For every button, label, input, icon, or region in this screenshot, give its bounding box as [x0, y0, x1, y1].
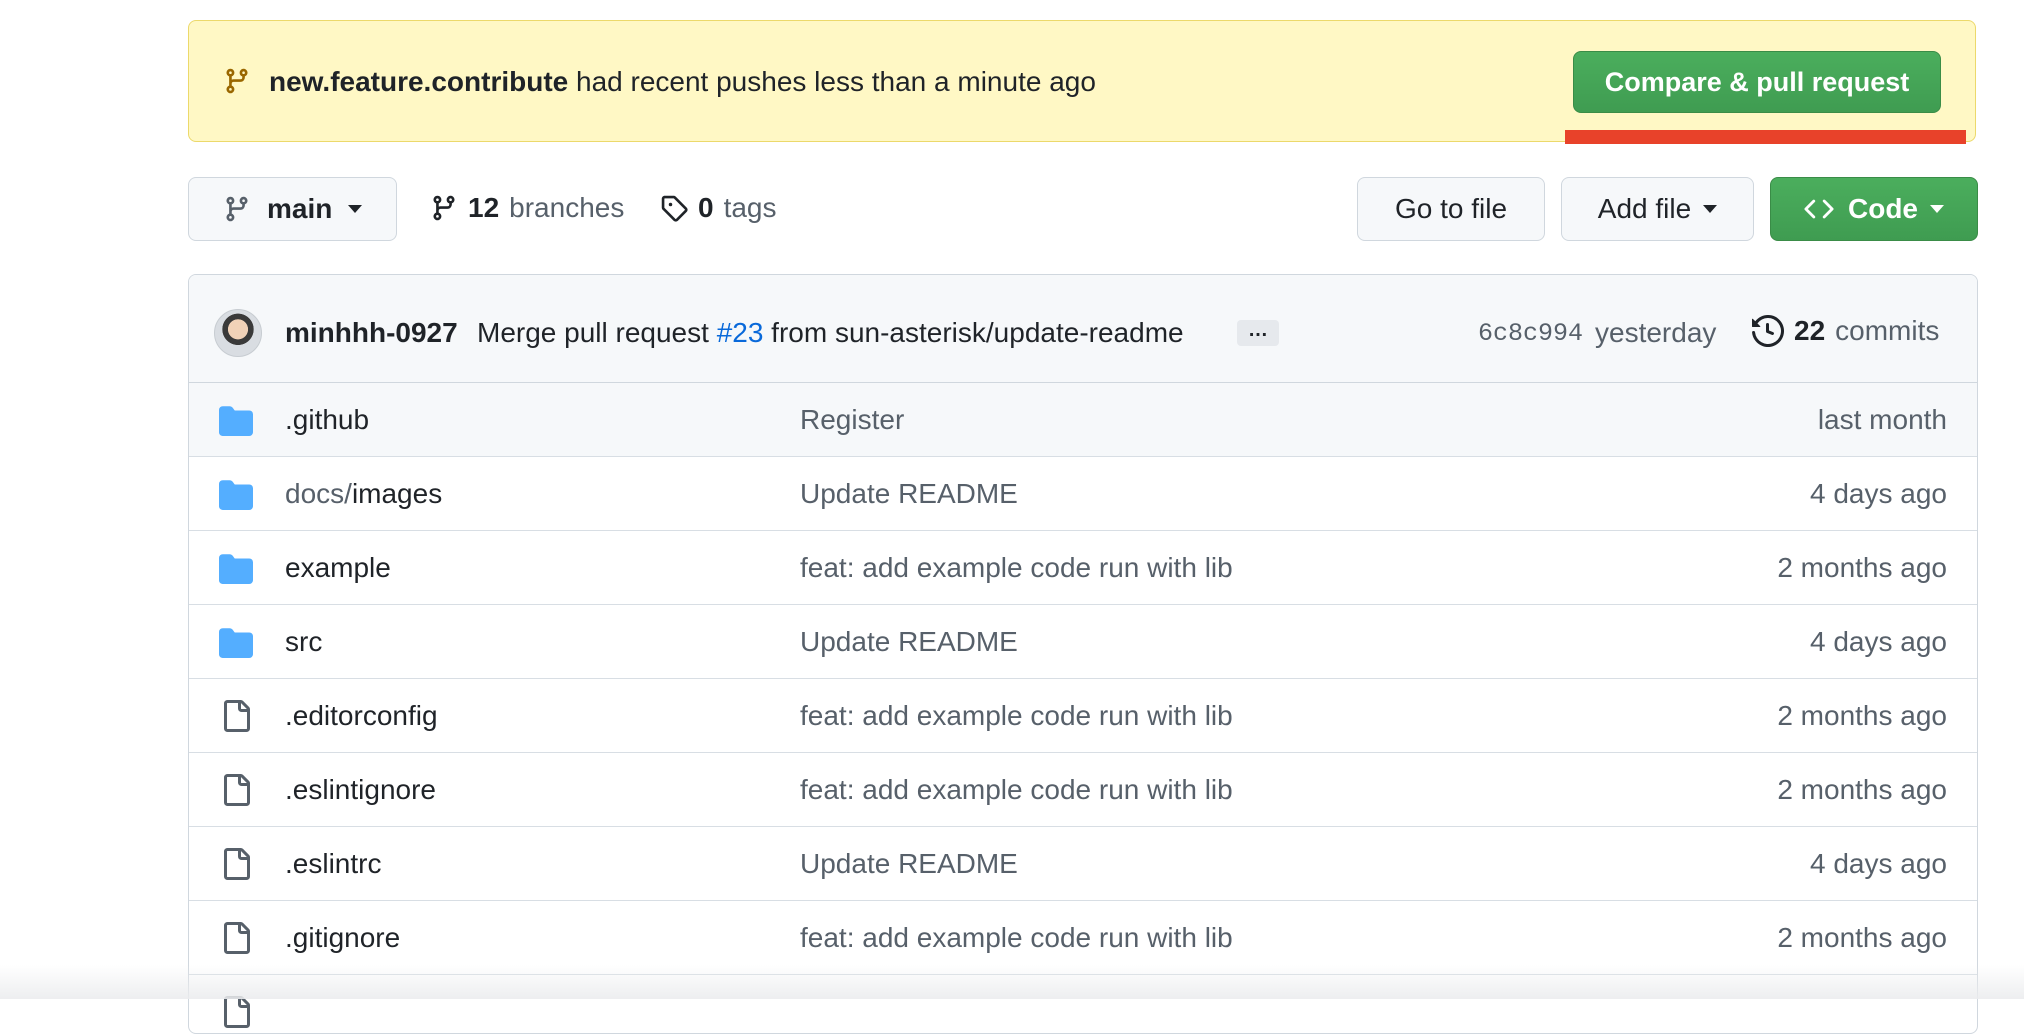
- file-commit-age: last month: [1817, 404, 1947, 435]
- list-item[interactable]: example feat: add example code run with …: [189, 531, 1977, 605]
- folder-icon: [219, 552, 253, 584]
- file-name-text: example: [285, 552, 391, 583]
- file-icon: [219, 700, 253, 732]
- tags-link[interactable]: 0 tags: [660, 190, 777, 226]
- go-to-file-button[interactable]: Go to file: [1357, 177, 1545, 241]
- compare-pull-request-button[interactable]: Compare & pull request: [1573, 51, 1941, 113]
- list-item[interactable]: .github Register last month: [189, 383, 1977, 457]
- avatar[interactable]: [214, 309, 262, 357]
- file-commit-message[interactable]: feat: add example code run with lib: [800, 698, 1233, 734]
- file-commit-age: 4 days ago: [1810, 478, 1947, 509]
- file-path-prefix[interactable]: docs/: [285, 478, 352, 509]
- file-icon: [219, 996, 253, 1028]
- branches-count: 12: [468, 192, 500, 223]
- branches-link[interactable]: 12 branches: [430, 190, 624, 226]
- list-item[interactable]: .eslintrc Update README 4 days ago: [189, 827, 1977, 901]
- commit-author[interactable]: minhhh-0927: [285, 315, 458, 351]
- add-file-button[interactable]: Add file: [1561, 177, 1754, 241]
- file-name-text: src: [285, 626, 323, 657]
- tag-icon: [660, 194, 688, 222]
- list-item[interactable]: docs/images Update README 4 days ago: [189, 457, 1977, 531]
- banner-text: new.feature.contribute had recent pushes…: [269, 65, 1096, 99]
- branches-label: branches: [509, 192, 625, 223]
- git-branch-icon: [223, 67, 251, 95]
- file-name[interactable]: example: [285, 550, 391, 586]
- commit-message-suffix[interactable]: from sun-asterisk/update-readme: [763, 317, 1183, 348]
- file-name-text: .github: [285, 404, 370, 435]
- expand-commit-button[interactable]: …: [1237, 320, 1279, 346]
- file-name-text: .eslintignore: [285, 774, 436, 805]
- code-icon: [1804, 194, 1834, 224]
- file-name[interactable]: .gitignore: [285, 920, 400, 956]
- commit-sha[interactable]: 6c8c994: [1478, 318, 1583, 350]
- folder-icon: [219, 404, 253, 436]
- file-commit-message[interactable]: feat: add example code run with lib: [800, 550, 1233, 586]
- file-commit-message[interactable]: feat: add example code run with lib: [800, 772, 1233, 808]
- latest-commit-row: minhhh-0927 Merge pull request #23 from …: [189, 275, 1977, 383]
- file-name[interactable]: .eslintrc: [285, 846, 381, 882]
- tags-label: tags: [723, 192, 777, 223]
- file-name[interactable]: .eslintignore: [285, 772, 436, 808]
- file-name[interactable]: .github: [285, 402, 369, 438]
- pull-request-link[interactable]: #23: [717, 317, 764, 348]
- branch-label: main: [267, 193, 333, 224]
- commit-count: 22: [1794, 315, 1826, 346]
- chevron-down-icon: [348, 205, 363, 213]
- file-icon: [219, 848, 253, 880]
- folder-icon: [219, 626, 253, 658]
- history-icon: [1752, 315, 1784, 347]
- file-name-text: .eslintrc: [285, 848, 382, 879]
- add-file-label: Add file: [1597, 193, 1692, 224]
- commit-count-label: commits: [1835, 315, 1940, 346]
- code-label: Code: [1848, 193, 1918, 224]
- file-commit-message[interactable]: Update README: [800, 846, 1018, 882]
- file-name-text: images: [351, 478, 443, 509]
- list-item[interactable]: .eslintignore feat: add example code run…: [189, 753, 1977, 827]
- file-name-text: .editorconfig: [285, 700, 438, 731]
- commits-link[interactable]: 22 commits: [1752, 313, 1939, 349]
- file-commit-age: 4 days ago: [1810, 626, 1947, 657]
- chevron-down-icon: [1930, 205, 1944, 213]
- file-commit-message[interactable]: Update README: [800, 624, 1018, 660]
- file-list: minhhh-0927 Merge pull request #23 from …: [188, 274, 1978, 1034]
- chevron-down-icon: [1703, 205, 1718, 213]
- banner-message: had recent pushes less than a minute ago: [568, 66, 1096, 97]
- file-commit-age: 2 months ago: [1777, 922, 1947, 953]
- banner-branch-name[interactable]: new.feature.contribute: [269, 66, 568, 97]
- file-name[interactable]: docs/images: [285, 476, 442, 512]
- file-commit-age: 4 days ago: [1810, 848, 1947, 879]
- recent-push-banner: new.feature.contribute had recent pushes…: [188, 20, 1976, 142]
- list-item[interactable]: .editorconfig feat: add example code run…: [189, 679, 1977, 753]
- list-item[interactable]: src Update README 4 days ago: [189, 605, 1977, 679]
- file-name[interactable]: src: [285, 624, 322, 660]
- commit-message-prefix[interactable]: Merge pull request: [477, 317, 717, 348]
- code-button[interactable]: Code: [1770, 177, 1978, 241]
- file-commit-message[interactable]: Register: [800, 402, 904, 438]
- file-icon: [219, 774, 253, 806]
- file-name[interactable]: .editorconfig: [285, 698, 438, 734]
- file-icon: [219, 922, 253, 954]
- tags-count: 0: [698, 192, 714, 223]
- file-commit-message[interactable]: feat: add example code run with lib: [800, 920, 1233, 956]
- file-commit-message[interactable]: Update README: [800, 476, 1018, 512]
- highlight-marker: [1565, 130, 1966, 144]
- file-commit-age: 2 months ago: [1777, 552, 1947, 583]
- folder-icon: [219, 478, 253, 510]
- branch-select-button[interactable]: main: [188, 177, 397, 241]
- git-branch-icon: [223, 195, 251, 223]
- list-item[interactable]: .gitignore feat: add example code run wi…: [189, 901, 1977, 975]
- file-name-text: .gitignore: [285, 922, 401, 953]
- file-commit-age: 2 months ago: [1777, 774, 1947, 805]
- git-branch-icon: [430, 194, 458, 222]
- commit-message: Merge pull request #23 from sun-asterisk…: [477, 315, 1184, 351]
- commit-time: yesterday: [1595, 317, 1717, 348]
- bottom-fade: [0, 965, 2024, 999]
- file-commit-age: 2 months ago: [1777, 700, 1947, 731]
